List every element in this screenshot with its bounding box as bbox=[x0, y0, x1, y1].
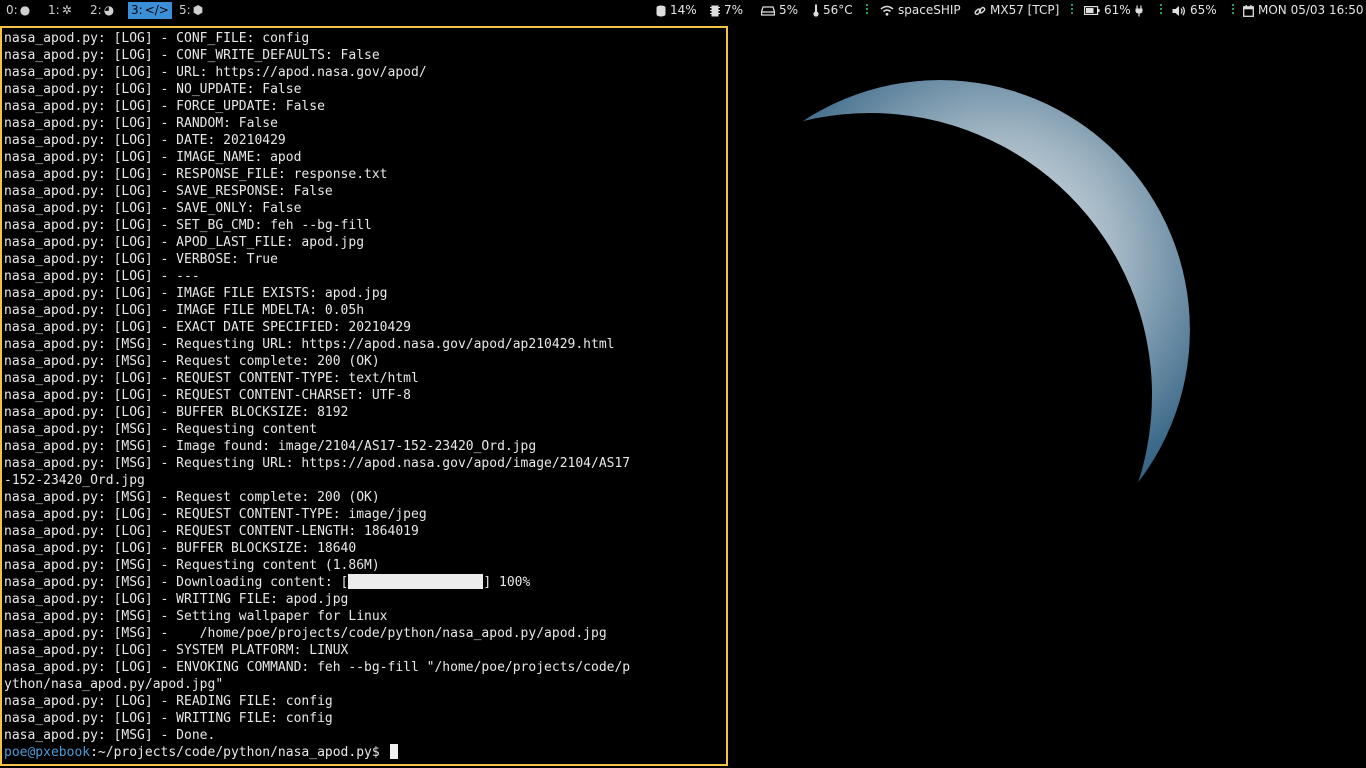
terminal-line: nasa_apod.py: [LOG] - REQUEST CONTENT-CH… bbox=[4, 388, 411, 403]
code-icon: </> bbox=[144, 3, 169, 17]
plug-icon bbox=[1135, 5, 1143, 16]
terminal-line: nasa_apod.py: [MSG] - Request complete: … bbox=[4, 490, 380, 505]
separator bbox=[866, 3, 868, 18]
download-progress-line: nasa_apod.py: [MSG] - Downloading conten… bbox=[4, 574, 726, 591]
wifi-status[interactable]: spaceSHIP bbox=[880, 0, 961, 21]
terminal-line: nasa_apod.py: [LOG] - REQUEST CONTENT-TY… bbox=[4, 371, 419, 386]
terminal-line: nasa_apod.py: [MSG] - Done. bbox=[4, 728, 216, 743]
workspace-label: 3: bbox=[131, 3, 143, 17]
terminal-line: nasa_apod.py: [LOG] - IMAGE FILE EXISTS:… bbox=[4, 286, 388, 301]
workspace-label: 5: bbox=[179, 3, 191, 17]
database-icon bbox=[656, 5, 666, 16]
battery-icon bbox=[1084, 6, 1100, 15]
terminal-line: nasa_apod.py: [MSG] - Requesting URL: ht… bbox=[4, 456, 631, 471]
clock-status[interactable]: MON 05/03 16:50 bbox=[1243, 0, 1364, 21]
hdd-icon bbox=[761, 5, 775, 16]
workspace-label: 1: bbox=[48, 3, 60, 17]
terminal-line: nasa_apod.py: [LOG] - CONF_FILE: config bbox=[4, 31, 310, 46]
terminal-line: nasa_apod.py: [LOG] - CONF_WRITE_DEFAULT… bbox=[4, 48, 380, 63]
thermometer-icon bbox=[813, 4, 819, 17]
terminal-line: nasa_apod.py: [LOG] - RESPONSE_FILE: res… bbox=[4, 167, 388, 182]
terminal-line: nasa_apod.py: [LOG] - REQUEST CONTENT-LE… bbox=[4, 524, 419, 539]
terminal-line: nasa_apod.py: [LOG] - IMAGE_NAME: apod bbox=[4, 150, 302, 165]
top-status-bar: 0: ● 1: ✲ 2: ◕ 3: </> 5: ⬢ 14% 7% 5% 56°C spa… bbox=[0, 0, 1366, 21]
firefox-icon: ◕ bbox=[103, 3, 115, 17]
wifi-ssid: spaceSHIP bbox=[898, 3, 961, 17]
terminal-line: nasa_apod.py: [LOG] - BUFFER BLOCKSIZE: … bbox=[4, 541, 357, 556]
temperature-value: 56°C bbox=[823, 3, 853, 17]
calendar-icon bbox=[1243, 4, 1254, 17]
text-cursor bbox=[389, 744, 398, 759]
volume-status[interactable]: 65% bbox=[1172, 0, 1217, 21]
cpu-status: 5% bbox=[761, 0, 798, 21]
terminal-line: nasa_apod.py: [LOG] - DATE: 20210429 bbox=[4, 133, 286, 148]
terminal-line: nasa_apod.py: [LOG] - --- bbox=[4, 269, 200, 284]
terminal-line: nasa_apod.py: [LOG] - BUFFER BLOCKSIZE: … bbox=[4, 405, 349, 420]
temperature-status: 56°C bbox=[813, 0, 853, 21]
terminal-line: nasa_apod.py: [LOG] - WRITING FILE: conf… bbox=[4, 711, 333, 726]
memory-status: 7% bbox=[710, 0, 743, 21]
terminal-line: nasa_apod.py: [LOG] - SET_BG_CMD: feh --… bbox=[4, 218, 372, 233]
download-progress-bar bbox=[348, 574, 484, 589]
cpu-value: 5% bbox=[779, 3, 799, 17]
disk-value: 14% bbox=[670, 3, 697, 17]
terminal-line: nasa_apod.py: [LOG] - IMAGE FILE MDELTA:… bbox=[4, 303, 365, 318]
volume-icon bbox=[1172, 5, 1186, 16]
battery-value: 61% bbox=[1104, 3, 1131, 17]
separator bbox=[1160, 3, 1162, 18]
disk-status: 14% bbox=[656, 0, 697, 21]
terminal-line: nasa_apod.py: [LOG] - RANDOM: False bbox=[4, 116, 278, 131]
terminal-output: nasa_apod.py: [LOG] - CONF_FILE: config n… bbox=[4, 30, 726, 761]
terminal-line: nasa_apod.py: [MSG] - Requesting content bbox=[4, 422, 318, 437]
terminal-window[interactable]: nasa_apod.py: [LOG] - CONF_FILE: config n… bbox=[0, 26, 728, 766]
box-icon: ⬢ bbox=[192, 3, 204, 17]
terminal-line: nasa_apod.py: [LOG] - SAVE_ONLY: False bbox=[4, 201, 302, 216]
volume-value: 65% bbox=[1190, 3, 1217, 17]
workspace-0[interactable]: 0: ● bbox=[3, 2, 33, 19]
terminal-line: nasa_apod.py: [MSG] - Requesting URL: ht… bbox=[4, 337, 615, 352]
terminal-line: nasa_apod.py: [LOG] - NO_UPDATE: False bbox=[4, 82, 302, 97]
terminal-line: nasa_apod.py: [LOG] - VERBOSE: True bbox=[4, 252, 278, 267]
workspace-3[interactable]: 3: </> bbox=[128, 2, 172, 19]
terminal-line: nasa_apod.py: [LOG] - WRITING FILE: apod… bbox=[4, 592, 349, 607]
terminal-line: nasa_apod.py: [MSG] - Image found: image… bbox=[4, 439, 537, 454]
workspace-2[interactable]: 2: ◕ bbox=[87, 2, 117, 19]
terminal-line: nasa_apod.py: [MSG] - Requesting content… bbox=[4, 558, 380, 573]
wifi-icon bbox=[880, 5, 894, 16]
terminal-line: nasa_apod.py: [LOG] - REQUEST CONTENT-TY… bbox=[4, 507, 427, 522]
workspace-label: 2: bbox=[90, 3, 102, 17]
bomb-icon: ● bbox=[19, 3, 31, 17]
shell-prompt[interactable]: poe@pxebook:~/projects/code/python/nasa_… bbox=[4, 744, 726, 761]
terminal-line: nasa_apod.py: [MSG] - Setting wallpaper … bbox=[4, 609, 388, 624]
terminal-line: nasa_apod.py: [LOG] - SYSTEM PLATFORM: L… bbox=[4, 643, 349, 658]
terminal-line: nasa_apod.py: [LOG] - URL: https://apod.… bbox=[4, 65, 427, 80]
battery-status: 61% bbox=[1084, 0, 1143, 21]
vpn-status[interactable]: MX57 [TCP] bbox=[974, 0, 1059, 21]
download-label: nasa_apod.py: [MSG] - Downloading conten… bbox=[4, 575, 349, 590]
terminal-line: nasa_apod.py: [LOG] - APOD_LAST_FILE: ap… bbox=[4, 235, 365, 250]
datetime-value: MON 05/03 16:50 bbox=[1258, 3, 1364, 17]
terminal-line: nasa_apod.py: [LOG] - READING FILE: conf… bbox=[4, 694, 333, 709]
workspace-5[interactable]: 5: ⬢ bbox=[176, 2, 206, 19]
terminal-line: nasa_apod.py: [LOG] - SAVE_RESPONSE: Fal… bbox=[4, 184, 333, 199]
terminal-line: nasa_apod.py: [LOG] - FORCE_UPDATE: Fals… bbox=[4, 99, 325, 114]
terminal-line: ython/nasa_apod.py/apod.jpg" bbox=[4, 677, 224, 692]
terminal-line: nasa_apod.py: [MSG] - /home/poe/projects… bbox=[4, 626, 607, 641]
terminal-line: -152-23420_Ord.jpg bbox=[4, 473, 145, 488]
workspace-1[interactable]: 1: ✲ bbox=[45, 2, 75, 19]
separator bbox=[1071, 3, 1073, 18]
terminal-line: nasa_apod.py: [MSG] - Request complete: … bbox=[4, 354, 380, 369]
memory-icon bbox=[710, 5, 720, 16]
download-percent: ] 100% bbox=[483, 575, 531, 590]
terminal-line: nasa_apod.py: [LOG] - ENVOKING COMMAND: … bbox=[4, 660, 631, 675]
prompt-path: :~/projects/code/python/nasa_apod.py$ bbox=[90, 745, 388, 760]
terminal-line: nasa_apod.py: [LOG] - EXACT DATE SPECIFI… bbox=[4, 320, 411, 335]
memory-value: 7% bbox=[724, 3, 744, 17]
prompt-user-host: poe@pxebook bbox=[4, 745, 91, 760]
workspace-label: 0: bbox=[6, 3, 18, 17]
vpn-value: MX57 [TCP] bbox=[990, 3, 1060, 17]
gear-icon: ✲ bbox=[61, 3, 72, 17]
link-icon bbox=[974, 6, 986, 15]
separator bbox=[1232, 3, 1234, 18]
